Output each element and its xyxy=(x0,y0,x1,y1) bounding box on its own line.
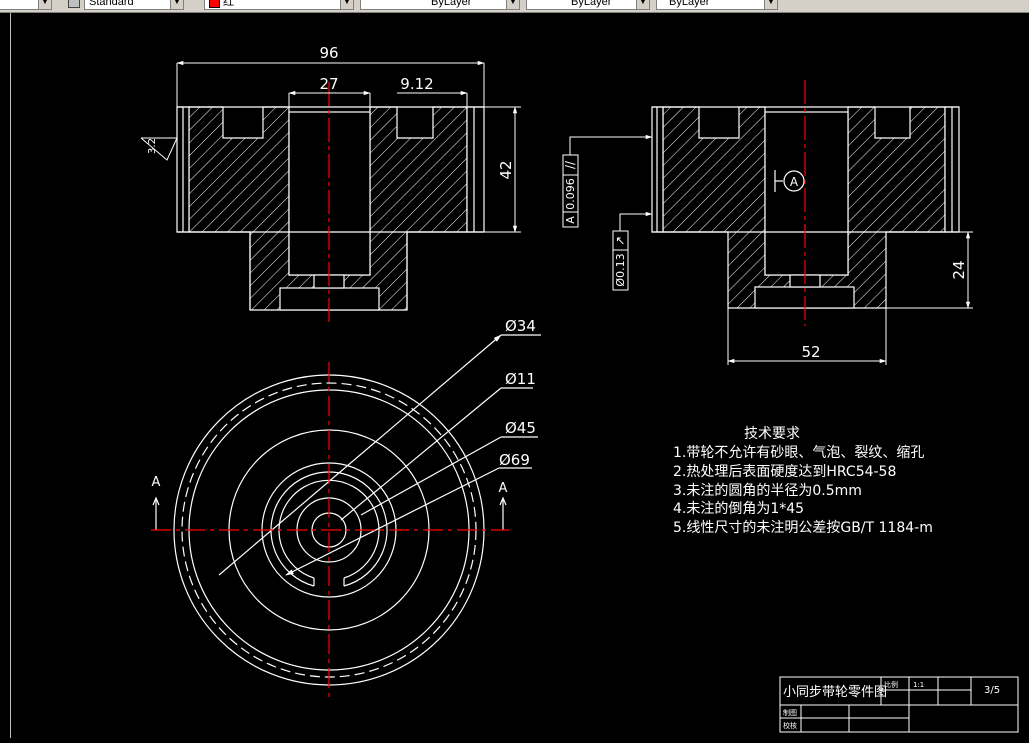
properties-toolbar: ▼ Standard ▼ 红 ▼ ByLayer ▼ ByLayer ▼ ByLayer… xyxy=(0,0,1029,13)
parallel-datum: A xyxy=(564,216,577,224)
tech-item-4: 4.未注的倒角为1*45 xyxy=(673,501,804,517)
leader-phi11 xyxy=(340,387,502,521)
text-style-value: Standard xyxy=(89,0,134,8)
cad-application: ▼ Standard ▼ 红 ▼ ByLayer ▼ ByLayer ▼ ByLayer… xyxy=(0,0,1029,738)
chevron-down-icon: ▼ xyxy=(764,0,777,9)
tech-requirements: 技术要求 1.带轮不允许有砂眼、气泡、裂纹、缩孔 2.热处理后表面硬度达到HRC… xyxy=(673,426,933,536)
title-block-checked: 校核 xyxy=(783,721,797,730)
linetype-value: ByLayer xyxy=(431,0,472,8)
dim-24: 24 xyxy=(950,260,968,279)
chevron-down-icon: ▼ xyxy=(340,0,353,9)
chevron-down-icon: ▼ xyxy=(170,0,183,9)
plan-view[interactable] xyxy=(152,334,541,686)
inner-groove-arc xyxy=(278,479,380,579)
parallel-tolerance-value: 0.096 xyxy=(564,178,577,210)
color-swatch-icon xyxy=(209,0,220,8)
lineweight-value: ByLayer xyxy=(571,0,612,8)
title-block-sheet: 3/5 xyxy=(984,685,1000,696)
text-style-select[interactable]: Standard ▼ xyxy=(84,0,184,10)
section-label-left: A xyxy=(152,475,161,490)
chevron-down-icon: ▼ xyxy=(506,0,519,9)
roughness-value: 3.2 xyxy=(147,138,158,154)
dim-phi34: Ø34 xyxy=(505,317,536,335)
right-bore xyxy=(764,111,849,276)
runout-tolerance-value: Ø0.13 xyxy=(614,253,627,286)
chevron-down-icon: ▼ xyxy=(38,0,51,9)
left-flange-right xyxy=(466,106,485,233)
text-style-icon[interactable] xyxy=(68,0,80,8)
leader-phi69 xyxy=(285,467,500,576)
dim-phi45: Ø45 xyxy=(505,419,536,437)
parallel-symbol-icon: // xyxy=(563,160,577,169)
plotstyle-select[interactable]: ByLayer ▼ xyxy=(656,0,778,10)
dim-96: 96 xyxy=(319,44,338,62)
color-value: 红 xyxy=(223,0,234,8)
dim-52: 52 xyxy=(801,343,820,361)
dim-27: 27 xyxy=(319,75,338,93)
dim-phi69: Ø69 xyxy=(499,451,530,469)
leader-phi45 xyxy=(360,436,502,516)
dim-42: 42 xyxy=(497,160,515,179)
runout-symbol-icon: ↗ xyxy=(613,236,627,246)
chevron-down-icon: ▼ xyxy=(636,0,649,9)
datum-a-label: A xyxy=(790,175,799,189)
text-style-combo[interactable]: ▼ xyxy=(0,0,52,10)
drawing-svg[interactable]: 96 27 9.12 42 3.2 A 52 24 // 0.096 A ↗ Ø… xyxy=(11,13,1029,738)
tech-title: 技术要求 xyxy=(744,426,800,442)
title-block-name: 小同步带轮零件图 xyxy=(783,685,887,700)
left-section-view[interactable] xyxy=(176,106,485,311)
tech-item-1: 1.带轮不允许有砂眼、气泡、裂纹、缩孔 xyxy=(673,445,924,461)
tech-item-2: 2.热处理后表面硬度达到HRC54-58 xyxy=(673,464,896,480)
tech-item-5: 5.线性尺寸的未注明公差按GB/T 1184-m xyxy=(673,520,933,536)
plotstyle-value: ByLayer xyxy=(669,0,710,8)
lineweight-select[interactable]: ByLayer ▼ xyxy=(526,0,650,10)
dim-phi11: Ø11 xyxy=(505,370,536,388)
dim-9-12: 9.12 xyxy=(400,75,433,93)
linetype-select[interactable]: ByLayer ▼ xyxy=(360,0,520,10)
drawing-canvas[interactable]: 96 27 9.12 42 3.2 A 52 24 // 0.096 A ↗ Ø… xyxy=(10,13,1029,738)
tech-item-3: 3.未注的圆角的半径为0.5mm xyxy=(673,483,862,499)
title-block-scale-label: 比例 xyxy=(884,680,898,689)
title-block-drawn: 制图 xyxy=(783,708,797,717)
title-block-scale: 1:1 xyxy=(913,681,924,689)
section-label-right: A xyxy=(499,481,508,496)
color-select[interactable]: 红 ▼ xyxy=(204,0,354,10)
